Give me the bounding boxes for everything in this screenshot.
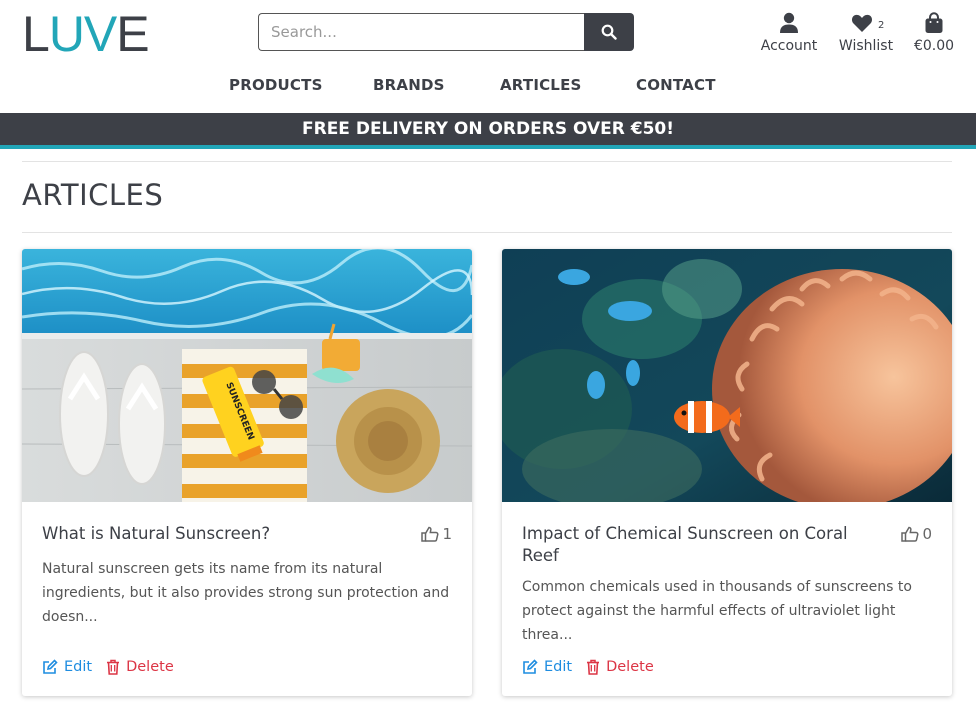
shopping-bag-icon <box>925 12 943 33</box>
edit-article-button[interactable]: Edit <box>42 659 92 675</box>
delivery-banner: FREE DELIVERY ON ORDERS OVER €50! <box>0 113 976 145</box>
wishlist-link[interactable]: 2 Wishlist <box>838 10 894 54</box>
edit-label: Edit <box>544 659 573 675</box>
wishlist-label: Wishlist <box>838 38 894 54</box>
main-nav: PRODUCTS BRANDS ARTICLES CONTACT <box>0 76 976 96</box>
search-button[interactable] <box>584 13 634 51</box>
shopping-bag-link[interactable]: €0.00 <box>912 10 956 54</box>
wishlist-count: 2 <box>878 20 885 31</box>
edit-article-button[interactable]: Edit <box>522 659 572 675</box>
account-link[interactable]: Account <box>760 10 818 54</box>
like-button[interactable]: 1 <box>421 525 452 543</box>
edit-label: Edit <box>64 659 93 675</box>
nav-products[interactable]: PRODUCTS <box>229 76 323 94</box>
like-button[interactable]: 0 <box>901 525 932 543</box>
like-count: 1 <box>442 525 452 543</box>
article-card[interactable]: Impact of Chemical Sunscreen on Coral Re… <box>502 249 952 696</box>
edit-icon <box>43 659 58 674</box>
page-title: ARTICLES <box>22 178 164 212</box>
divider <box>22 161 952 162</box>
bag-total: €0.00 <box>913 38 955 54</box>
article-actions: Edit Delete <box>522 659 654 675</box>
search-form <box>258 13 634 51</box>
delete-article-button[interactable]: Delete <box>586 659 654 675</box>
nav-brands[interactable]: BRANDS <box>373 76 445 94</box>
account-label: Account <box>760 38 818 54</box>
site-header: LUVE Account 2 Wishlist <box>0 0 976 113</box>
article-excerpt: Common chemicals used in thousands of su… <box>522 579 912 643</box>
delete-label: Delete <box>606 659 654 675</box>
article-actions: Edit Delete <box>42 659 174 675</box>
divider <box>22 232 952 233</box>
heart-icon <box>851 14 873 32</box>
edit-icon <box>523 659 538 674</box>
trash-icon <box>107 659 120 675</box>
like-count: 0 <box>922 525 932 543</box>
nav-articles[interactable]: ARTICLES <box>500 76 582 94</box>
delete-label: Delete <box>126 659 174 675</box>
nav-contact[interactable]: CONTACT <box>636 76 716 94</box>
article-image-coral-reef[interactable] <box>502 249 952 502</box>
thumbs-up-icon <box>421 526 439 542</box>
site-logo[interactable]: LUVE <box>22 6 150 62</box>
search-icon <box>601 24 617 40</box>
delivery-banner-text: FREE DELIVERY ON ORDERS OVER €50! <box>301 119 675 139</box>
search-input[interactable] <box>258 13 585 51</box>
article-title[interactable]: What is Natural Sunscreen? <box>42 523 402 545</box>
article-excerpt: Natural sunscreen gets its name from its… <box>42 561 450 625</box>
delete-article-button[interactable]: Delete <box>106 659 174 675</box>
trash-icon <box>587 659 600 675</box>
article-card[interactable]: SUNSCREEN What is Natural Sunscreen? 1 N… <box>22 249 472 696</box>
article-title[interactable]: Impact of Chemical Sunscreen on Coral Re… <box>522 523 882 567</box>
user-icon <box>780 12 798 33</box>
thumbs-up-icon <box>901 526 919 542</box>
banner-accent-bar <box>0 145 976 149</box>
article-image-beach[interactable]: SUNSCREEN <box>22 249 472 502</box>
